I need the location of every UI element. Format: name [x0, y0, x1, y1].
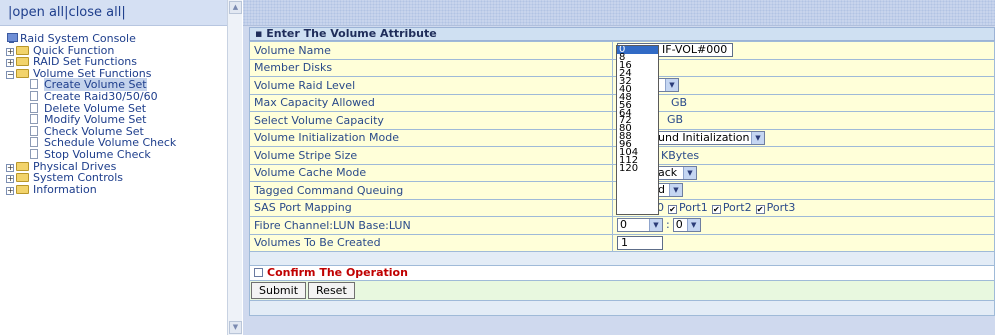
init-mode-cell: und Initialization ▼ — [612, 128, 995, 147]
init-mode-label: Volume Initialization Mode — [249, 128, 613, 147]
confirm-checkbox[interactable] — [254, 268, 263, 277]
open-all-link[interactable]: open all — [12, 5, 64, 20]
chevron-down-icon: ▼ — [665, 79, 678, 92]
submit-button[interactable]: Submit — [251, 282, 307, 299]
chevron-down-icon: ▼ — [751, 131, 764, 144]
form-footer — [249, 301, 995, 316]
stripe-size-dropdown-list[interactable]: 0 8 16 24 32 40 48 56 64 72 80 88 96 104 112 120 — [616, 45, 659, 215]
tree-node-information[interactable]: + Information — [6, 182, 226, 196]
max-capacity-label: Max Capacity Allowed — [249, 93, 613, 112]
member-disks-label: Member Disks — [249, 58, 613, 77]
page-icon — [30, 79, 38, 90]
navigation-tree: Raid System Console + Quick Function + RAI… — [6, 33, 226, 195]
page-icon — [30, 90, 38, 101]
folder-open-icon — [16, 68, 29, 78]
content-frame: ▪ Enter The Volume Attribute Volume Name… — [243, 0, 995, 335]
stripe-size-unit: KBytes — [661, 148, 700, 162]
select-capacity-cell: GB — [612, 111, 995, 130]
expand-icon[interactable]: + — [6, 59, 14, 68]
sas-port3-label: Port3 — [766, 201, 796, 215]
chevron-down-icon: ▼ — [686, 219, 700, 232]
page-icon — [30, 125, 38, 136]
volume-name-cell: IF-VOL#000 — [612, 41, 995, 60]
expand-icon[interactable]: + — [6, 47, 14, 56]
sas-port2-label: Port2 — [722, 201, 752, 215]
cache-mode-select[interactable]: ack ▼ — [655, 165, 697, 180]
action-bar: Submit Reset — [249, 281, 995, 301]
cache-mode-value: ack — [658, 165, 678, 179]
fibre-lun-select[interactable]: 0 ▼ — [672, 218, 701, 233]
form-spacer — [249, 252, 995, 266]
sas-mapping-label: SAS Port Mapping — [249, 198, 613, 217]
fibre-lun-value: 0 — [675, 218, 683, 232]
confirm-label: Confirm The Operation — [267, 266, 408, 279]
reset-button[interactable]: Reset — [308, 282, 355, 299]
expand-icon[interactable]: + — [6, 163, 14, 172]
cache-mode-label: Volume Cache Mode — [249, 163, 613, 182]
sas-port2-checkbox[interactable]: ✔ — [711, 205, 721, 215]
form-header: ▪ Enter The Volume Attribute — [249, 27, 995, 41]
tcq-select[interactable]: d ▼ — [655, 183, 683, 198]
tcq-cell: d ▼ — [612, 181, 995, 200]
volumes-created-input[interactable]: 1 — [617, 235, 663, 250]
max-capacity-cell: GB — [612, 93, 995, 112]
fibre-channel-label: Fibre Channel:LUN Base:LUN — [249, 216, 613, 235]
expand-icon[interactable]: + — [6, 175, 14, 184]
folder-icon — [16, 161, 29, 171]
dropdown-option[interactable]: 120 — [617, 164, 658, 174]
folder-icon — [16, 57, 29, 67]
page-icon — [30, 148, 38, 159]
select-capacity-label: Select Volume Capacity — [249, 111, 613, 130]
tree-node-label: Information — [33, 182, 97, 196]
init-mode-value: und Initialization — [658, 130, 750, 144]
nav-scrollbar[interactable]: ▲ ▼ — [227, 0, 242, 335]
sas-port1-checkbox[interactable]: ✔ — [668, 205, 677, 215]
collapse-icon[interactable]: − — [6, 70, 14, 79]
close-all-link[interactable]: close all — [69, 5, 122, 20]
content-top-banner — [243, 0, 995, 26]
raid-level-cell: ▼ — [612, 76, 995, 95]
raid-level-label: Volume Raid Level — [249, 76, 613, 95]
folder-icon — [16, 45, 29, 55]
folder-icon — [16, 184, 29, 194]
row-volumes-created: Volumes To Be Created 1 — [249, 233, 995, 252]
form-header-label: Enter The Volume Attribute — [266, 27, 437, 40]
page-icon — [30, 137, 38, 148]
select-capacity-unit: GB — [667, 113, 684, 127]
cache-mode-cell: ack ▼ — [612, 163, 995, 182]
page-icon — [30, 102, 38, 113]
member-disks-cell — [612, 58, 995, 77]
sep-right: | — [121, 5, 126, 20]
sas-mapping-cell: 0 ✔ Port1 ✔ Port2 ✔ Port3 — [612, 198, 995, 217]
row-fibre-channel: Fibre Channel:LUN Base:LUN 0 ▼:0 ▼ — [249, 216, 995, 235]
fibre-channel-cell: 0 ▼:0 ▼ — [612, 216, 995, 235]
tree-toolbar: |open all|close all| — [0, 0, 227, 26]
chevron-down-icon: ▼ — [649, 219, 662, 232]
chevron-down-icon: ▼ — [669, 184, 682, 197]
max-capacity-unit: GB — [671, 96, 688, 110]
stripe-size-cell: KBytes — [612, 146, 995, 165]
volumes-created-cell: 1 — [612, 233, 995, 252]
volume-name-label: Volume Name — [249, 41, 613, 60]
volumes-created-label: Volumes To Be Created — [249, 233, 613, 252]
sas-port1-label: Port1 — [679, 201, 708, 215]
fibre-lun-base-select[interactable]: 0 ▼ — [617, 218, 663, 233]
console-icon — [6, 33, 18, 43]
navigation-frame: |open all|close all| Raid System Console… — [0, 0, 242, 335]
confirm-row: Confirm The Operation — [249, 266, 995, 281]
scroll-down-icon[interactable]: ▼ — [229, 321, 242, 334]
tcq-value: d — [658, 183, 665, 197]
tcq-label: Tagged Command Queuing — [249, 181, 613, 200]
page-icon — [30, 114, 38, 125]
scroll-up-icon[interactable]: ▲ — [229, 1, 242, 14]
init-mode-select[interactable]: und Initialization ▼ — [655, 130, 765, 145]
expand-icon[interactable]: + — [6, 186, 14, 195]
stripe-size-label: Volume Stripe Size — [249, 146, 613, 165]
fibre-lun-base-value: 0 — [620, 218, 627, 232]
folder-icon — [16, 173, 29, 183]
sas-port3-checkbox[interactable]: ✔ — [755, 205, 765, 215]
fibre-separator: : — [666, 218, 670, 232]
chevron-down-icon: ▼ — [683, 166, 696, 179]
